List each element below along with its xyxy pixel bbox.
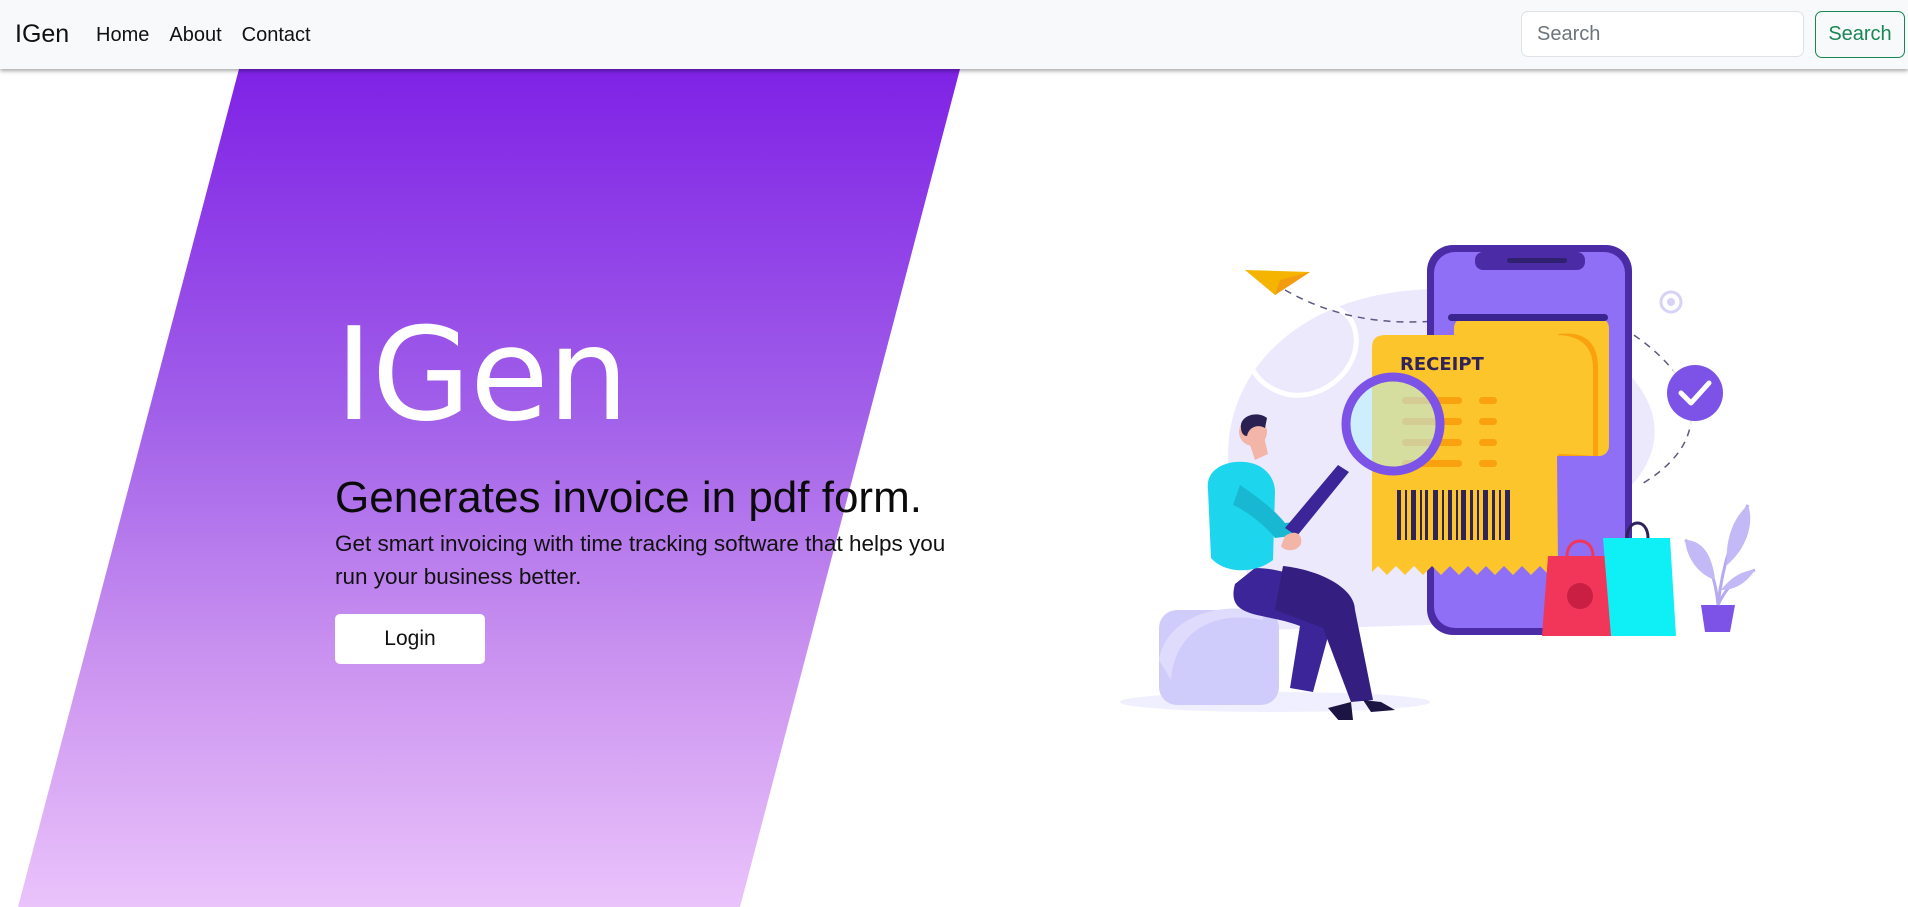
shopping-bag-cyan-icon bbox=[1603, 538, 1676, 636]
nav-links: Home About Contact bbox=[96, 24, 311, 47]
hero-title: IGen bbox=[335, 301, 629, 450]
plant-pot-icon bbox=[1701, 605, 1735, 632]
hero-subtitle: Generates invoice in pdf form. bbox=[335, 473, 922, 522]
top-navbar: IGen Home About Contact Search bbox=[0, 0, 1908, 69]
stool bbox=[1159, 610, 1279, 705]
search-input[interactable] bbox=[1521, 11, 1804, 57]
hero-description: Get smart invoicing with time tracking s… bbox=[335, 531, 946, 589]
receipt-label: RECEIPT bbox=[1400, 354, 1485, 375]
search-button[interactable]: Search bbox=[1815, 11, 1905, 58]
login-button[interactable]: Login bbox=[335, 614, 485, 664]
nav-link-contact[interactable]: Contact bbox=[242, 24, 311, 47]
brand-logo[interactable]: IGen bbox=[15, 20, 69, 49]
invoice-illustration: RECEIPT bbox=[1120, 245, 1756, 720]
nav-link-home[interactable]: Home bbox=[96, 24, 149, 47]
nav-link-about[interactable]: About bbox=[169, 24, 221, 47]
